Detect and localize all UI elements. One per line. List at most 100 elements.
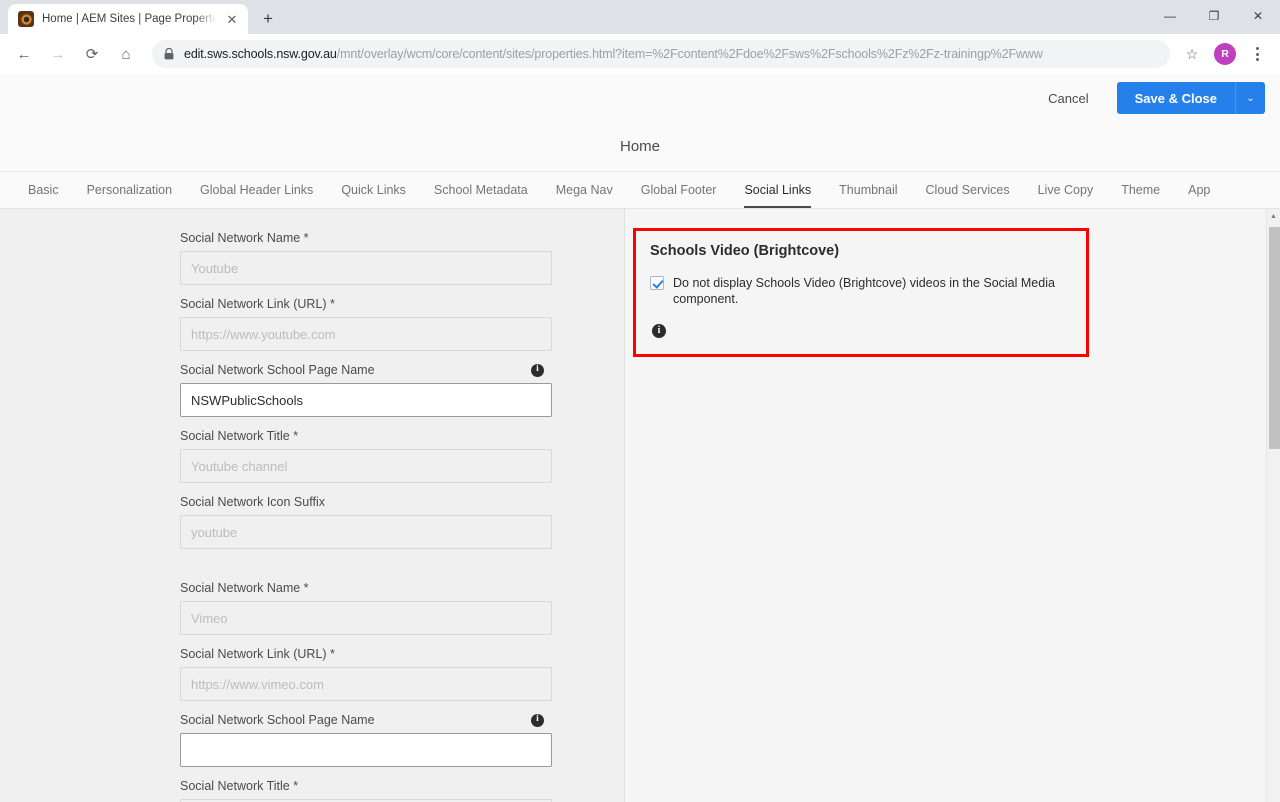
field-social-network-name-1: Social Network Name * — [180, 231, 552, 285]
social-network-link-2-input — [180, 667, 552, 701]
scroll-up-icon[interactable]: ▲ — [1267, 209, 1280, 223]
close-icon[interactable]: ✕ — [224, 11, 240, 27]
field-label-row: Social Network Title * — [180, 429, 552, 443]
field-social-network-icon-suffix-1: Social Network Icon Suffix — [180, 495, 552, 549]
scrollbar-thumb[interactable] — [1269, 227, 1280, 449]
field-social-network-title-1: Social Network Title * — [180, 429, 552, 483]
maximize-icon[interactable]: ❐ — [1192, 0, 1236, 32]
field-social-network-name-2: Social Network Name * — [180, 581, 552, 635]
social-network-title-1-input — [180, 449, 552, 483]
tab-global-footer[interactable]: Global Footer — [627, 172, 731, 208]
address-bar-url: edit.sws.schools.nsw.gov.au/mnt/overlay/… — [184, 47, 1043, 61]
profile-avatar[interactable]: R — [1214, 43, 1236, 65]
tab-label: Quick Links — [341, 183, 406, 197]
bookmark-star-icon[interactable]: ☆ — [1178, 40, 1206, 68]
tab-basic[interactable]: Basic — [14, 172, 73, 208]
save-and-close-button[interactable]: Save & Close — [1116, 82, 1235, 114]
window-controls: — ❐ ✕ — [1148, 0, 1280, 32]
forward-icon[interactable]: → — [42, 38, 74, 70]
field-social-network-title-2: Social Network Title * — [180, 779, 552, 802]
tab-app[interactable]: App — [1174, 172, 1224, 208]
tab-label: Personalization — [86, 183, 173, 197]
window-close-icon[interactable]: ✕ — [1236, 0, 1280, 32]
right-column: Schools Video (Brightcove) Do not displa… — [625, 209, 1280, 802]
url-host: edit.sws.schools.nsw.gov.au — [184, 47, 337, 61]
properties-tabbar: Basic Personalization Global Header Links Q… — [0, 172, 1280, 209]
tab-school-metadata[interactable]: School Metadata — [420, 172, 542, 208]
hide-brightcove-videos-checkbox[interactable] — [650, 276, 664, 290]
social-network-link-1-input — [180, 317, 552, 351]
hide-brightcove-videos-row[interactable]: Do not display Schools Video (Brightcove… — [650, 275, 1072, 308]
tab-cloud-services[interactable]: Cloud Services — [912, 172, 1024, 208]
tab-thumbnail[interactable]: Thumbnail — [825, 172, 911, 208]
aem-page-properties: Cancel Save & Close ⌄ Home Basic Personal… — [0, 74, 1280, 802]
tab-personalization[interactable]: Personalization — [73, 172, 186, 208]
cancel-button[interactable]: Cancel — [1034, 83, 1102, 114]
social-network-school-page-name-1-input[interactable] — [180, 383, 552, 417]
new-tab-icon[interactable]: + — [254, 5, 282, 33]
aem-favicon — [18, 11, 34, 27]
field-label: Social Network School Page Name — [180, 363, 375, 377]
field-label-row: Social Network Title * — [180, 779, 552, 793]
schools-video-info: i — [652, 323, 1072, 338]
info-icon[interactable]: i — [652, 323, 666, 338]
minimize-icon[interactable]: — — [1148, 0, 1192, 32]
address-bar[interactable]: edit.sws.schools.nsw.gov.au/mnt/overlay/… — [152, 40, 1170, 68]
browser-tabstrip: Home | AEM Sites | Page Properti ✕ + — ❐… — [0, 0, 1280, 34]
field-label-row: Social Network Name * — [180, 581, 552, 595]
chrome-menu-icon[interactable] — [1246, 40, 1268, 68]
social-network-school-page-name-2-input[interactable] — [180, 733, 552, 767]
tab-label: Global Header Links — [200, 183, 314, 197]
browser-chrome: Home | AEM Sites | Page Properti ✕ + — ❐… — [0, 0, 1280, 74]
tab-quick-links[interactable]: Quick Links — [327, 172, 420, 208]
tab-label: School Metadata — [433, 183, 528, 197]
field-label-row: Social Network Link (URL) * — [180, 297, 552, 311]
info-icon[interactable]: i — [531, 713, 544, 727]
save-button-group: Save & Close ⌄ — [1116, 82, 1265, 114]
schools-video-panel-title: Schools Video (Brightcove) — [650, 243, 840, 259]
field-social-network-link-1: Social Network Link (URL) * — [180, 297, 552, 351]
field-label: Social Network Title * — [180, 429, 299, 443]
lock-icon — [164, 48, 174, 60]
home-icon[interactable]: ⌂ — [110, 38, 142, 70]
social-network-name-1-input — [180, 251, 552, 285]
tab-label: Live Copy — [1037, 183, 1094, 197]
field-label: Social Network Link (URL) * — [180, 647, 335, 661]
url-path: /mnt/overlay/wcm/core/content/sites/prop… — [336, 47, 1043, 61]
tab-label: Cloud Services — [925, 183, 1010, 197]
social-network-name-2-input — [180, 601, 552, 635]
social-network-icon-suffix-1-input — [180, 515, 552, 549]
tab-label: Social Links — [744, 183, 812, 197]
back-icon[interactable]: ← — [8, 38, 40, 70]
field-label-row: Social Network Link (URL) * — [180, 647, 552, 661]
tab-label: Global Footer — [640, 183, 717, 197]
field-label: Social Network School Page Name — [180, 713, 375, 727]
browser-toolbar: ← → ⟳ ⌂ edit.sws.schools.nsw.gov.au/mnt/… — [0, 34, 1280, 74]
action-bar: Cancel Save & Close ⌄ — [0, 74, 1280, 122]
field-label: Social Network Title * — [180, 779, 299, 793]
field-label-row: Social Network School Page Name i — [180, 363, 552, 377]
tab-global-header-links[interactable]: Global Header Links — [186, 172, 327, 208]
hide-brightcove-videos-label: Do not display Schools Video (Brightcove… — [673, 276, 1055, 307]
schools-video-highlight-box: Schools Video (Brightcove) Do not displa… — [633, 228, 1089, 357]
field-label-row: Social Network Name * — [180, 231, 552, 245]
tab-label: Basic — [28, 183, 59, 197]
tab-label: App — [1188, 183, 1211, 197]
chevron-down-icon[interactable]: ⌄ — [1235, 82, 1265, 114]
page-title: Home — [619, 138, 660, 155]
tab-social-links[interactable]: Social Links — [730, 172, 825, 208]
content-scrollbar[interactable]: ▲ — [1266, 209, 1280, 802]
reload-icon[interactable]: ⟳ — [76, 38, 108, 70]
tab-live-copy[interactable]: Live Copy — [1024, 172, 1108, 208]
tab-mega-nav[interactable]: Mega Nav — [542, 172, 627, 208]
tab-theme[interactable]: Theme — [1107, 172, 1174, 208]
field-social-network-school-page-name-1: Social Network School Page Name i — [180, 363, 552, 417]
tab-label: Thumbnail — [839, 183, 898, 197]
page-title-bar: Home — [0, 122, 1280, 172]
field-social-network-link-2: Social Network Link (URL) * — [180, 647, 552, 701]
field-label: Social Network Icon Suffix — [180, 495, 325, 509]
info-icon[interactable]: i — [531, 363, 544, 377]
field-label: Social Network Name * — [180, 231, 309, 245]
browser-tab[interactable]: Home | AEM Sites | Page Properti ✕ — [8, 4, 248, 34]
tab-label: Theme — [1121, 183, 1161, 197]
